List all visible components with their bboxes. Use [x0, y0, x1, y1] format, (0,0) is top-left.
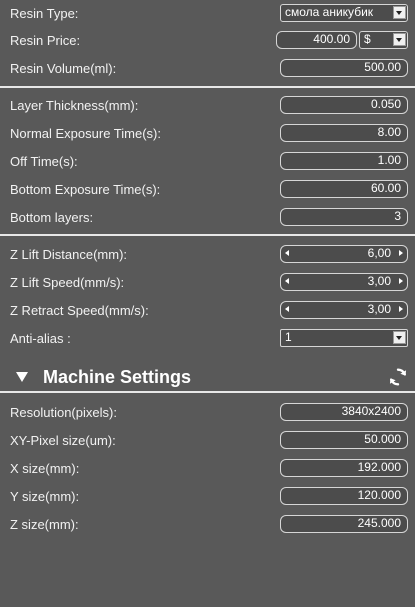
- layer-thickness-label: Layer Thickness(mm):: [10, 98, 139, 113]
- increment-arrow-icon[interactable]: [399, 278, 403, 284]
- resin-type-label: Resin Type:: [10, 6, 79, 21]
- normal-exposure-label: Normal Exposure Time(s):: [10, 126, 161, 141]
- currency-select[interactable]: $: [359, 31, 408, 49]
- x-size-row: X size(mm): 192.000: [0, 458, 415, 480]
- z-lift-speed-value: 3,00: [367, 274, 391, 288]
- resin-volume-input[interactable]: 500.00: [280, 59, 408, 77]
- anti-alias-row: Anti-alias : 1: [0, 328, 415, 350]
- refresh-icon[interactable]: [387, 366, 409, 388]
- z-lift-speed-row: Z Lift Speed(mm/s): 3,00: [0, 272, 415, 294]
- resin-volume-row: Resin Volume(ml): 500.00: [0, 58, 415, 80]
- decrement-arrow-icon[interactable]: [285, 278, 289, 284]
- currency-value: $: [364, 32, 371, 46]
- resin-price-label: Resin Price:: [10, 33, 81, 48]
- machine-settings-header[interactable]: Machine Settings: [0, 364, 415, 390]
- bottom-layers-row: Bottom layers: 3: [0, 207, 415, 229]
- bottom-layers-label: Bottom layers:: [10, 210, 94, 225]
- z-lift-speed-label: Z Lift Speed(mm/s):: [10, 275, 125, 290]
- x-size-label: X size(mm):: [10, 461, 80, 476]
- bottom-exposure-row: Bottom Exposure Time(s): 60.00: [0, 179, 415, 201]
- machine-settings-title: Machine Settings: [43, 367, 192, 387]
- z-retract-speed-row: Z Retract Speed(mm/s): 3,00: [0, 300, 415, 322]
- z-lift-distance-label: Z Lift Distance(mm):: [10, 247, 128, 262]
- anti-alias-select[interactable]: 1: [280, 329, 408, 347]
- z-lift-distance-row: Z Lift Distance(mm): 6,00: [0, 244, 415, 266]
- z-size-label: Z size(mm):: [10, 517, 79, 532]
- chevron-down-icon[interactable]: [393, 331, 406, 344]
- resolution-row: Resolution(pixels): 3840x2400: [0, 402, 415, 424]
- z-lift-distance-value: 6,00: [367, 246, 391, 260]
- z-retract-speed-spinbox[interactable]: 3,00: [280, 301, 408, 319]
- increment-arrow-icon[interactable]: [399, 306, 403, 312]
- xy-pixel-input[interactable]: 50.000: [280, 431, 408, 449]
- anti-alias-value: 1: [285, 330, 292, 344]
- increment-arrow-icon[interactable]: [399, 250, 403, 256]
- xy-pixel-row: XY-Pixel size(um): 50.000: [0, 430, 415, 452]
- divider: [0, 391, 415, 393]
- off-time-label: Off Time(s):: [10, 154, 78, 169]
- resin-type-row: Resin Type: смола аникубик: [0, 3, 415, 25]
- off-time-input[interactable]: 1.00: [280, 152, 408, 170]
- layer-thickness-row: Layer Thickness(mm): 0.050: [0, 95, 415, 117]
- xy-pixel-label: XY-Pixel size(um):: [10, 433, 116, 448]
- z-size-input[interactable]: 245.000: [280, 515, 408, 533]
- normal-exposure-row: Normal Exposure Time(s): 8.00: [0, 123, 415, 145]
- z-size-row: Z size(mm): 245.000: [0, 514, 415, 536]
- z-lift-speed-spinbox[interactable]: 3,00: [280, 273, 408, 291]
- off-time-row: Off Time(s): 1.00: [0, 151, 415, 173]
- resolution-label: Resolution(pixels):: [10, 405, 117, 420]
- decrement-arrow-icon[interactable]: [285, 306, 289, 312]
- triangle-down-icon[interactable]: [16, 372, 28, 382]
- y-size-label: Y size(mm):: [10, 489, 80, 504]
- x-size-input[interactable]: 192.000: [280, 459, 408, 477]
- z-retract-speed-value: 3,00: [367, 302, 391, 316]
- z-retract-speed-label: Z Retract Speed(mm/s):: [10, 303, 149, 318]
- resolution-input[interactable]: 3840x2400: [280, 403, 408, 421]
- bottom-layers-input[interactable]: 3: [280, 208, 408, 226]
- bottom-exposure-label: Bottom Exposure Time(s):: [10, 182, 161, 197]
- z-lift-distance-spinbox[interactable]: 6,00: [280, 245, 408, 263]
- normal-exposure-input[interactable]: 8.00: [280, 124, 408, 142]
- resin-price-row: Resin Price: 400.00 $: [0, 30, 415, 52]
- resin-type-value: смола аникубик: [285, 5, 374, 19]
- layer-thickness-input[interactable]: 0.050: [280, 96, 408, 114]
- anti-alias-label: Anti-alias :: [10, 331, 71, 346]
- resin-volume-label: Resin Volume(ml):: [10, 61, 117, 76]
- bottom-exposure-input[interactable]: 60.00: [280, 180, 408, 198]
- resin-price-input[interactable]: 400.00: [276, 31, 357, 49]
- chevron-down-icon[interactable]: [393, 6, 406, 19]
- divider: [0, 86, 415, 88]
- divider: [0, 234, 415, 236]
- y-size-input[interactable]: 120.000: [280, 487, 408, 505]
- decrement-arrow-icon[interactable]: [285, 250, 289, 256]
- resin-type-select[interactable]: смола аникубик: [280, 4, 408, 22]
- y-size-row: Y size(mm): 120.000: [0, 486, 415, 508]
- chevron-down-icon[interactable]: [393, 33, 406, 46]
